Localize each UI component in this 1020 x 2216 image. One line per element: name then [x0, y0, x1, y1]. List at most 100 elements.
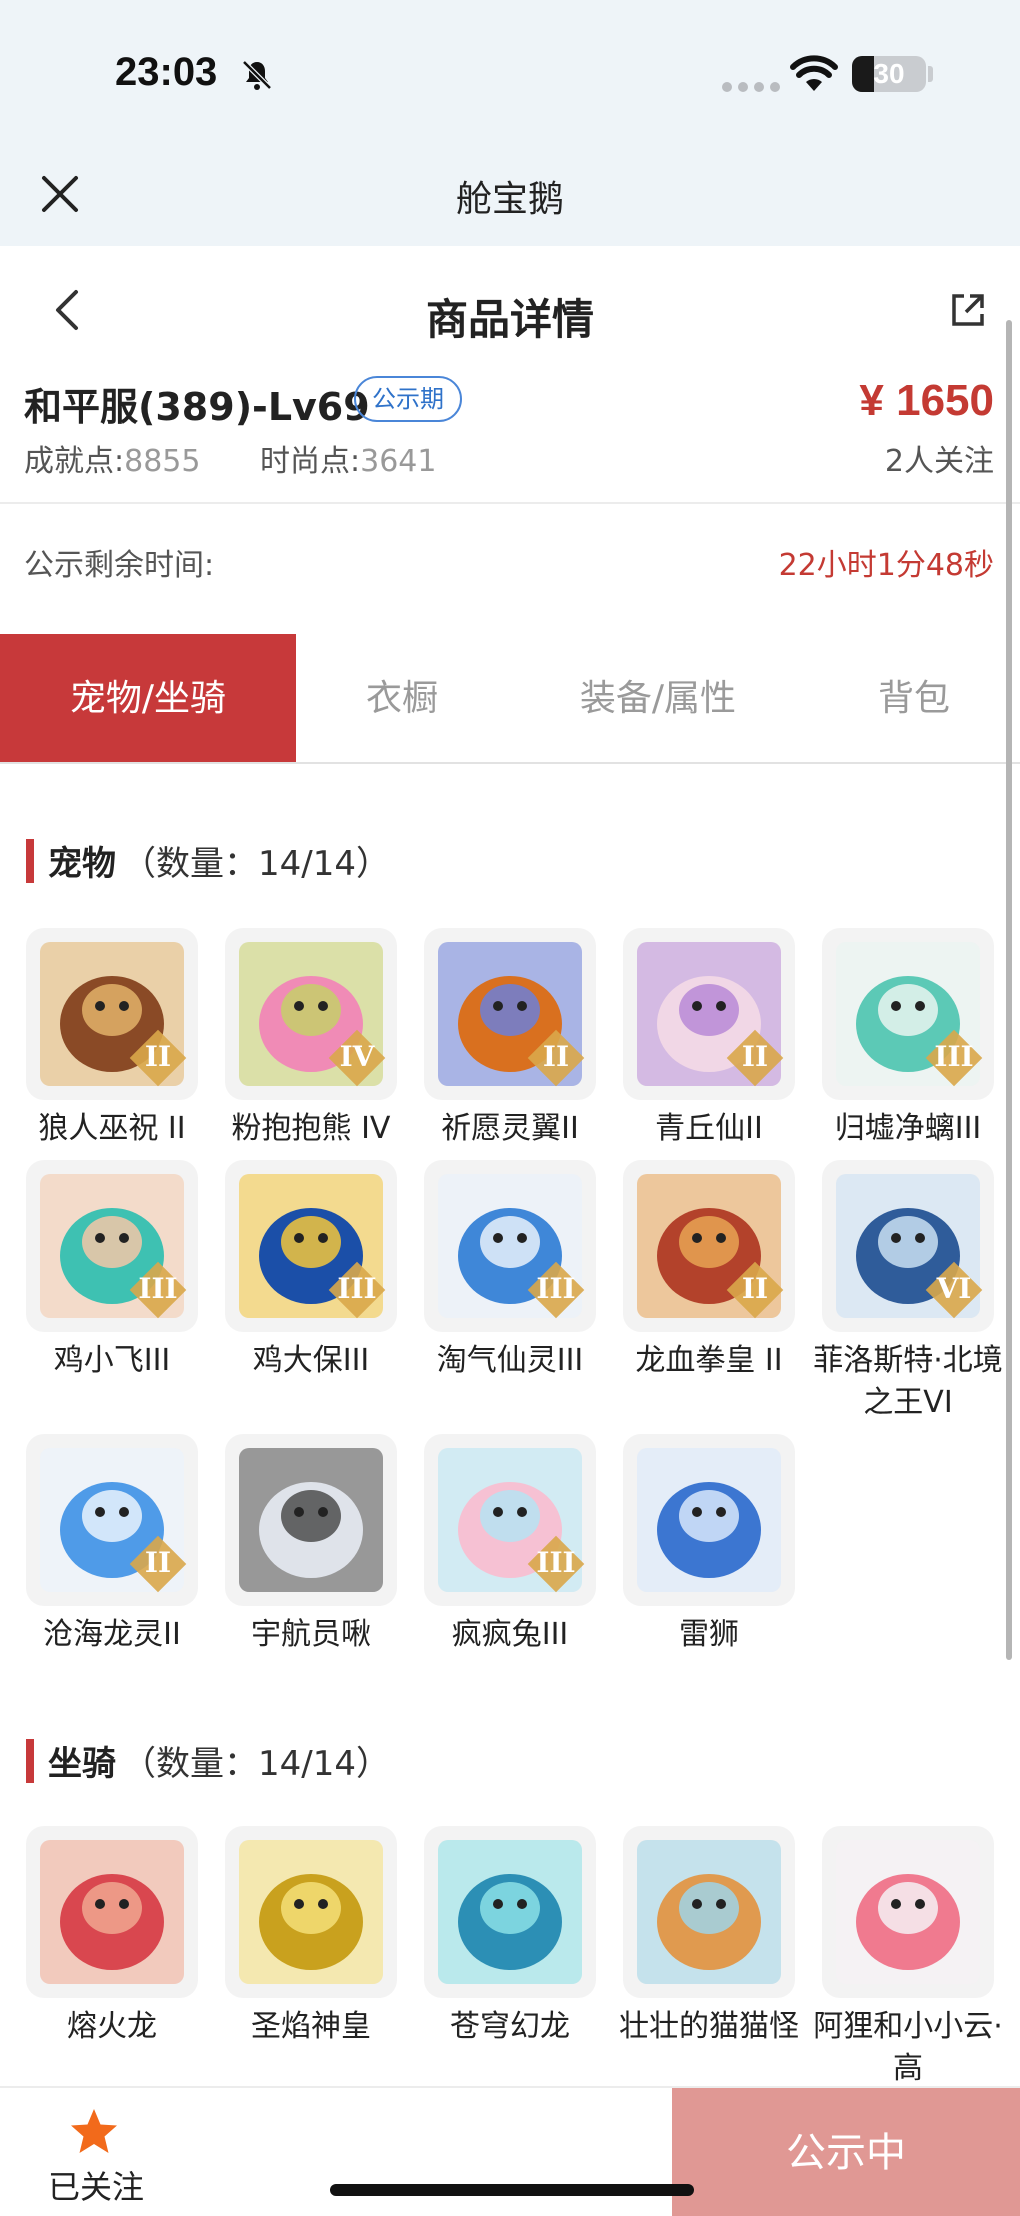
bottom-bar: 已关注 公示中: [0, 2086, 1020, 2216]
home-indicator: [330, 2184, 694, 2196]
pets-grid: II 狼人巫祝 II IV 粉抱抱熊 IV II 祈愿灵翼II II 青丘仙II III 归墟净螭…: [26, 928, 1003, 1656]
countdown-label: 公示剩余时间:: [24, 548, 215, 583]
pet-thumbnail: II: [623, 928, 795, 1100]
scrollbar[interactable]: [1006, 320, 1012, 1660]
mount-thumbnail: [822, 1826, 994, 1998]
item-name: 壮壮的猫猫怪: [619, 2009, 799, 2044]
tier-label: VI: [936, 1272, 972, 1305]
tier-label: III: [934, 1040, 974, 1073]
pet-thumbnail: III: [424, 1160, 596, 1332]
battery-icon: 30: [852, 56, 926, 92]
pet-thumbnail: II: [623, 1160, 795, 1332]
tier-label: II: [144, 1546, 172, 1579]
tab-equipment[interactable]: 装备/属性: [508, 634, 808, 762]
item-name: 疯疯兔III: [451, 1617, 569, 1652]
pet-item[interactable]: IV 粉抱抱熊 IV: [225, 928, 397, 1150]
tier-badge: III: [925, 1029, 983, 1087]
mount-thumbnail: [26, 1826, 198, 1998]
pet-item[interactable]: III 鸡小飞III: [26, 1160, 198, 1424]
mount-item[interactable]: 壮壮的猫猫怪: [619, 1826, 799, 2090]
pet-thumbnail: III: [424, 1434, 596, 1606]
mount-item[interactable]: 阿狸和小小云·高: [813, 1826, 1003, 2090]
item-name: 归墟净螭III: [834, 1111, 982, 1146]
price: ¥ 1650: [859, 376, 994, 425]
section-marker: [26, 1738, 34, 1783]
item-name: 熔火龙: [67, 2009, 157, 2044]
tier-badge: III: [527, 1261, 585, 1319]
tab-pets-mounts[interactable]: 宠物/坐骑: [0, 634, 296, 762]
item-name: 青丘仙II: [655, 1111, 763, 1146]
fashion-label: 时尚点:: [260, 444, 361, 479]
pet-item[interactable]: III 疯疯兔III: [424, 1434, 596, 1656]
pet-item[interactable]: II 沧海龙灵II: [26, 1434, 198, 1656]
star-icon: [71, 2109, 117, 2153]
mount-thumbnail: [424, 1826, 596, 1998]
pet-item[interactable]: 宇航员啾: [225, 1434, 397, 1656]
status-button[interactable]: 公示中: [672, 2088, 1020, 2216]
item-name: 雷狮: [679, 1617, 739, 1652]
cellular-signal-icon: [722, 82, 780, 92]
tier-label: III: [536, 1546, 576, 1579]
creature-portrait-icon: [438, 1840, 582, 1984]
tab-wardrobe[interactable]: 衣橱: [296, 634, 508, 762]
fashion-points: 时尚点:3641: [260, 436, 436, 480]
pet-thumbnail: II: [424, 928, 596, 1100]
pets-section-title: 宠物 （数量：14/14）: [26, 836, 390, 885]
achievement-points: 成就点:8855: [24, 436, 200, 480]
tier-badge: II: [726, 1029, 784, 1087]
tier-label: II: [542, 1040, 570, 1073]
tier-badge: III: [328, 1261, 386, 1319]
page-title: 商品详情: [425, 295, 594, 344]
mount-thumbnail: [623, 1826, 795, 1998]
pet-item[interactable]: III 淘气仙灵III: [424, 1160, 596, 1424]
countdown-value: 22小时1分48秒: [778, 548, 994, 583]
tab-bag[interactable]: 背包: [808, 634, 1020, 762]
item-name: 圣焰神皇: [251, 2009, 371, 2044]
pet-item[interactable]: III 鸡大保III: [225, 1160, 397, 1424]
item-name: 阿狸和小小云·高: [813, 2009, 1003, 2086]
tier-badge: II: [129, 1535, 187, 1593]
item-name: 鸡小飞III: [53, 1343, 171, 1378]
share-icon[interactable]: [950, 292, 986, 328]
battery-text: 30: [873, 58, 905, 89]
tier-badge: II: [527, 1029, 585, 1087]
pet-thumbnail: IV: [225, 928, 397, 1100]
item-name: 龙血拳皇 II: [635, 1343, 783, 1378]
top-area: 23:03 30 舱宝鹅: [0, 0, 1020, 246]
tier-label: III: [536, 1272, 576, 1305]
pet-item[interactable]: 雷狮: [623, 1434, 795, 1656]
item-name: 宇航员啾: [251, 1617, 371, 1652]
pet-thumbnail: [623, 1434, 795, 1606]
item-name: 粉抱抱熊 IV: [231, 1111, 391, 1146]
app-title: 舱宝鹅: [455, 179, 564, 220]
creature-portrait-icon: [239, 1448, 383, 1592]
mount-item[interactable]: 熔火龙: [26, 1826, 198, 2090]
tier-label: IV: [339, 1040, 375, 1073]
pet-item[interactable]: VI 菲洛斯特·北境之王VI: [813, 1160, 1003, 1424]
pet-item[interactable]: II 狼人巫祝 II: [26, 928, 198, 1150]
pet-thumbnail: III: [822, 928, 994, 1100]
tier-label: II: [741, 1272, 769, 1305]
achievement-value: 8855: [124, 444, 201, 479]
mounts-title: 坐骑: [48, 1744, 116, 1784]
mount-item[interactable]: 圣焰神皇: [225, 1826, 397, 2090]
pet-item[interactable]: III 归墟净螭III: [822, 928, 994, 1150]
tier-label: III: [138, 1272, 178, 1305]
creature-portrait-icon: [836, 1840, 980, 1984]
creature-portrait-icon: [637, 1840, 781, 1984]
follow-button[interactable]: 已关注: [0, 2088, 200, 2216]
pet-item[interactable]: II 龙血拳皇 II: [623, 1160, 795, 1424]
achievement-label: 成就点:: [24, 444, 125, 479]
item-name: 鸡大保III: [252, 1343, 370, 1378]
pets-title: 宠物: [48, 844, 116, 884]
divider: [0, 502, 1020, 504]
tier-badge: II: [129, 1029, 187, 1087]
pet-thumbnail: II: [26, 1434, 198, 1606]
creature-portrait-icon: [637, 1448, 781, 1592]
pet-item[interactable]: II 青丘仙II: [623, 928, 795, 1150]
mount-item[interactable]: 苍穹幻龙: [424, 1826, 596, 2090]
item-name: 祈愿灵翼II: [441, 1111, 579, 1146]
tier-badge: IV: [328, 1029, 386, 1087]
pet-thumbnail: III: [225, 1160, 397, 1332]
pet-item[interactable]: II 祈愿灵翼II: [424, 928, 596, 1150]
